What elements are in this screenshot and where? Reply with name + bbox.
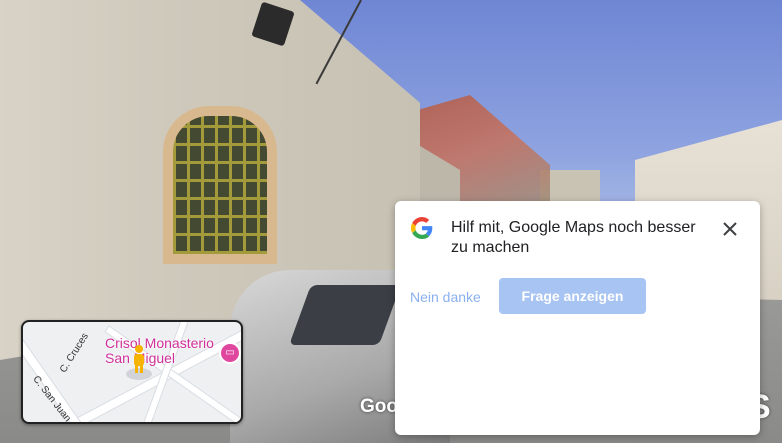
feedback-dialog: Hilf mit, Google Maps noch besser zu mac…: [395, 201, 760, 435]
dialog-title: Hilf mit, Google Maps noch besser zu mac…: [451, 219, 696, 256]
google-watermark: Goo: [360, 396, 398, 417]
barred-window: [163, 106, 277, 264]
minimap[interactable]: Crisol Monasterio San Miguel ▭ C. Cruces…: [21, 320, 243, 424]
close-icon: [722, 221, 738, 240]
show-question-button[interactable]: Frage anzeigen: [499, 278, 646, 314]
google-g-icon: [411, 217, 433, 239]
close-button[interactable]: [715, 215, 745, 245]
street-label: C. Cruces: [58, 331, 91, 375]
hotel-icon[interactable]: ▭: [219, 342, 241, 364]
pegman-icon[interactable]: [125, 344, 153, 385]
decline-button[interactable]: Nein danke: [410, 285, 481, 309]
